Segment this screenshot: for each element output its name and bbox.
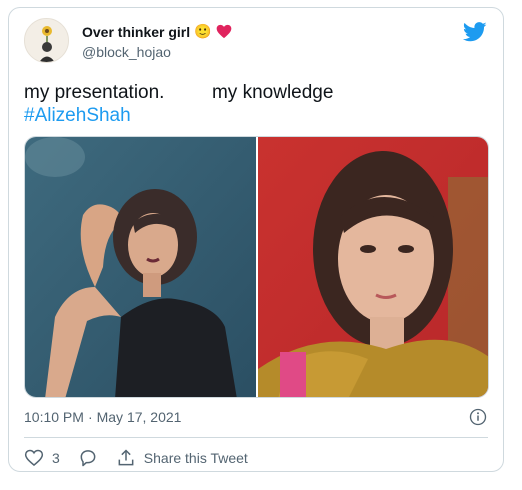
like-count: 3 [52,450,60,466]
share-icon [118,449,134,466]
action-bar: 3 Share this Tweet [24,448,266,468]
twitter-bird-icon[interactable] [463,22,487,42]
media-grid[interactable] [24,136,489,398]
tweet-text: my presentation. my knowledge #AlizehSha… [24,81,333,127]
tweet-text-part2: my knowledge [211,82,334,103]
photo-left [25,137,256,397]
meta-separator: · [87,409,93,425]
avatar-image [25,19,68,62]
reply-bubble-icon [80,450,96,467]
hashtag-link[interactable]: #AlizehShah [24,104,333,127]
smile-emoji: 🙂 [194,23,212,39]
reply-button[interactable] [78,448,98,468]
name-row[interactable]: Over thinker girl 🙂 [82,23,232,40]
tweet-date[interactable]: May 17, 2021 [97,409,182,425]
like-button[interactable]: 3 [24,448,60,468]
share-label[interactable]: Share this Tweet [144,450,248,466]
divider [24,437,488,438]
photo-right [258,137,488,397]
red-heart-icon [216,24,231,39]
heart-outline-icon [24,449,44,467]
info-icon[interactable] [469,408,487,426]
tweet-card[interactable]: Over thinker girl 🙂 @block_hojao my pres… [8,7,504,472]
share-button[interactable]: Share this Tweet [116,448,248,468]
tweet-text-gap [164,82,212,103]
media-image-right[interactable] [258,137,488,397]
user-handle[interactable]: @block_hojao [82,44,171,60]
tweet-text-part1: my presentation. [24,82,165,103]
tweet-meta[interactable]: 10:10 PM · May 17, 2021 [24,409,181,425]
avatar[interactable] [24,18,69,63]
tweet-time[interactable]: 10:10 PM [24,409,84,425]
media-image-left[interactable] [25,137,256,397]
display-name[interactable]: Over thinker girl [82,24,190,40]
